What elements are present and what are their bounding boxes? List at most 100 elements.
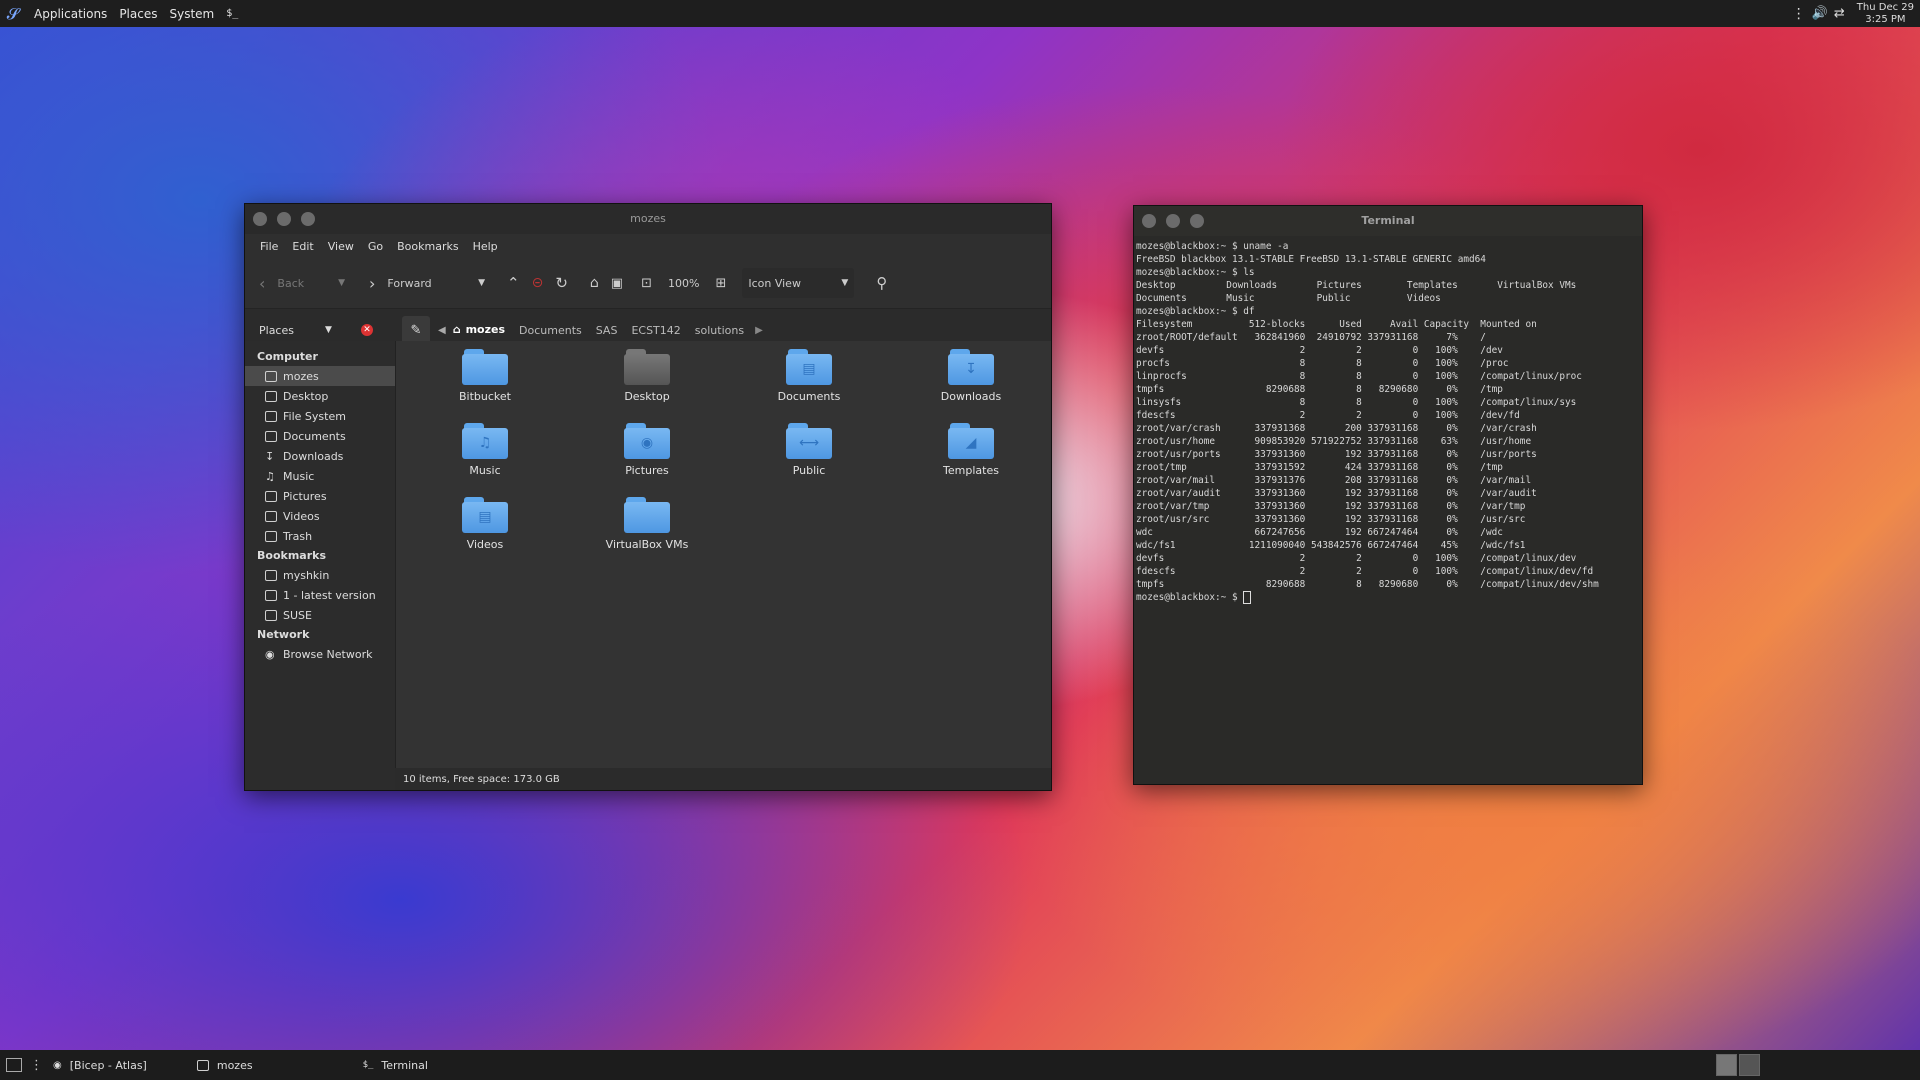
workspace-2[interactable] bbox=[1739, 1054, 1760, 1076]
terminal-line: procfs 8 8 0 100% /proc bbox=[1136, 358, 1509, 369]
up-button[interactable]: ⌃ bbox=[501, 268, 526, 298]
sidebar-item-label: Music bbox=[283, 469, 315, 483]
sidebar-item-music[interactable]: ♫ Music bbox=[245, 466, 395, 486]
back-history-dropdown-icon[interactable]: ▼ bbox=[338, 278, 345, 288]
sidebar-item-label: Pictures bbox=[283, 489, 327, 503]
desktop-folder-icon bbox=[624, 349, 670, 385]
bottom-panel: ⋮ ◉ [Bicep - Atlas] mozes $_ Terminal bbox=[0, 1050, 1920, 1080]
close-sidebar-icon[interactable]: ✕ bbox=[361, 324, 373, 336]
breadcrumb-left-arrow-icon[interactable]: ◀ bbox=[438, 325, 446, 336]
task-terminal[interactable]: $_ Terminal bbox=[353, 1050, 438, 1080]
status-text: 10 items, Free space: 173.0 GB bbox=[403, 773, 560, 785]
sidebar-item-suse[interactable]: SUSE bbox=[245, 605, 395, 625]
sidebar-item-documents[interactable]: Documents bbox=[245, 426, 395, 446]
view-mode-select[interactable]: Icon View ▼ bbox=[742, 268, 855, 298]
task-bicep-atlas[interactable]: ◉ [Bicep - Atlas] bbox=[43, 1050, 157, 1080]
back-button[interactable]: ‹ Back ▼ bbox=[253, 268, 351, 298]
file-item-label: Templates bbox=[943, 464, 999, 477]
menu-dots-icon[interactable]: ⋮ bbox=[30, 1058, 43, 1073]
terminal-titlebar[interactable]: Terminal bbox=[1134, 206, 1642, 236]
terminal-line: zroot/var/audit 337931360 192 337931168 … bbox=[1136, 488, 1537, 499]
sidebar-item-label: Documents bbox=[283, 429, 346, 443]
view-mode-label: Icon View bbox=[748, 276, 801, 290]
top-panel: 𝓢 Applications Places System $_ ⋮ 🔊 ⇄ Th… bbox=[0, 0, 1920, 27]
folder-icon bbox=[265, 589, 277, 601]
terminal-launcher-icon[interactable]: $_ bbox=[220, 8, 244, 19]
downloads-folder-icon: ↧ bbox=[948, 349, 994, 385]
file-item-desktop[interactable]: Desktop bbox=[566, 349, 728, 423]
system-menu[interactable]: System bbox=[163, 7, 220, 21]
file-item-videos[interactable]: ▤ Videos bbox=[404, 497, 566, 571]
file-item-pictures[interactable]: ◉ Pictures bbox=[566, 423, 728, 497]
task-label: [Bicep - Atlas] bbox=[69, 1058, 147, 1072]
computer-icon[interactable]: ▣ bbox=[605, 268, 629, 298]
breadcrumb-right-arrow-icon[interactable]: ▶ bbox=[755, 325, 763, 336]
edit-location-icon[interactable]: ✎ bbox=[402, 316, 430, 344]
terminal-cursor bbox=[1243, 591, 1252, 604]
forward-arrow-icon: › bbox=[369, 273, 376, 293]
terminal-line: mozes@blackbox:~ $ uname -a bbox=[1136, 241, 1289, 252]
reload-icon[interactable]: ↻ bbox=[549, 268, 574, 298]
file-item-templates[interactable]: ◢ Templates bbox=[890, 423, 1052, 497]
sidebar-item-label: SUSE bbox=[283, 608, 312, 622]
terminal-line: FreeBSD blackbox 13.1-STABLE FreeBSD 13.… bbox=[1136, 254, 1486, 265]
terminal-line: linsysfs 8 8 0 100% /compat/linux/sys bbox=[1136, 397, 1577, 408]
menu-bookmarks[interactable]: Bookmarks bbox=[390, 240, 465, 253]
documents-icon bbox=[265, 430, 277, 442]
clock[interactable]: Thu Dec 29 3:25 PM bbox=[1857, 2, 1914, 26]
task-mozes[interactable]: mozes bbox=[187, 1050, 263, 1080]
search-icon[interactable]: ⚲ bbox=[870, 268, 893, 298]
applications-menu[interactable]: Applications bbox=[28, 7, 113, 21]
desktop-icon bbox=[265, 390, 277, 402]
sidebar-item-videos[interactable]: Videos bbox=[245, 506, 395, 526]
sidebar-item-label: File System bbox=[283, 409, 346, 423]
menu-file[interactable]: File bbox=[253, 240, 285, 253]
menu-view[interactable]: View bbox=[321, 240, 361, 253]
file-item-music[interactable]: ♫ Music bbox=[404, 423, 566, 497]
home-icon: ⌂ bbox=[452, 322, 461, 336]
sidebar-item-downloads[interactable]: ↧ Downloads bbox=[245, 446, 395, 466]
file-item-documents[interactable]: ▤ Documents bbox=[728, 349, 890, 423]
sidebar-item-file-system[interactable]: File System bbox=[245, 406, 395, 426]
sidebar-item-browse-network[interactable]: ◉ Browse Network bbox=[245, 644, 395, 664]
sidebar-item-desktop[interactable]: Desktop bbox=[245, 386, 395, 406]
file-item-public[interactable]: ⟷ Public bbox=[728, 423, 890, 497]
freebsd-logo-icon[interactable]: 𝓢 bbox=[4, 4, 22, 23]
menu-edit[interactable]: Edit bbox=[285, 240, 320, 253]
file-manager-titlebar[interactable]: mozes bbox=[245, 204, 1051, 234]
task-label: Terminal bbox=[381, 1058, 428, 1072]
menu-help[interactable]: Help bbox=[466, 240, 505, 253]
file-item-label: Videos bbox=[466, 538, 504, 551]
file-view[interactable]: Bitbucket Desktop ▤ Documents ↧ Downloads … bbox=[396, 341, 1051, 790]
menu-dots-icon[interactable]: ⋮ bbox=[1792, 6, 1806, 22]
terminal-output[interactable]: mozes@blackbox:~ $ uname -a FreeBSD blac… bbox=[1134, 236, 1642, 608]
file-item-label: Documents bbox=[777, 390, 841, 403]
forward-button[interactable]: › Forward ▼ bbox=[363, 268, 491, 298]
zoom-out-icon[interactable]: ⊡ bbox=[635, 268, 658, 298]
sidebar-item-pictures[interactable]: Pictures bbox=[245, 486, 395, 506]
menu-go[interactable]: Go bbox=[361, 240, 390, 253]
sidebar-item-latest-version[interactable]: 1 - latest version bbox=[245, 585, 395, 605]
home-folder-icon bbox=[265, 370, 277, 382]
terminal-line: wdc/fs1 1211090040 543842576 667247464 4… bbox=[1136, 540, 1526, 551]
places-menu[interactable]: Places bbox=[113, 7, 163, 21]
sidebar-item-mozes[interactable]: mozes bbox=[245, 366, 395, 386]
show-desktop-icon[interactable] bbox=[6, 1058, 22, 1072]
terminal-line: devfs 2 2 0 100% /dev bbox=[1136, 345, 1503, 356]
sidebar-item-trash[interactable]: Trash bbox=[245, 526, 395, 546]
sidebar-item-myshkin[interactable]: myshkin bbox=[245, 565, 395, 585]
stop-icon[interactable]: ⊝ bbox=[526, 268, 550, 298]
file-item-downloads[interactable]: ↧ Downloads bbox=[890, 349, 1052, 423]
forward-history-dropdown-icon[interactable]: ▼ bbox=[478, 278, 485, 288]
zoom-in-icon[interactable]: ⊞ bbox=[709, 268, 732, 298]
workspace-1[interactable] bbox=[1716, 1054, 1737, 1076]
terminal-line: zroot/usr/home 909853920 571922752 33793… bbox=[1136, 436, 1532, 447]
file-item-bitbucket[interactable]: Bitbucket bbox=[404, 349, 566, 423]
network-icon[interactable]: ⇄ bbox=[1834, 6, 1845, 21]
sidebar-heading-bookmarks: Bookmarks bbox=[257, 549, 326, 562]
window-title: mozes bbox=[630, 212, 666, 225]
home-icon[interactable]: ⌂ bbox=[584, 268, 605, 298]
volume-icon[interactable]: 🔊 bbox=[1812, 6, 1828, 21]
file-item-virtualbox-vms[interactable]: VirtualBox VMs bbox=[566, 497, 728, 571]
zoom-level[interactable]: 100% bbox=[662, 268, 705, 298]
